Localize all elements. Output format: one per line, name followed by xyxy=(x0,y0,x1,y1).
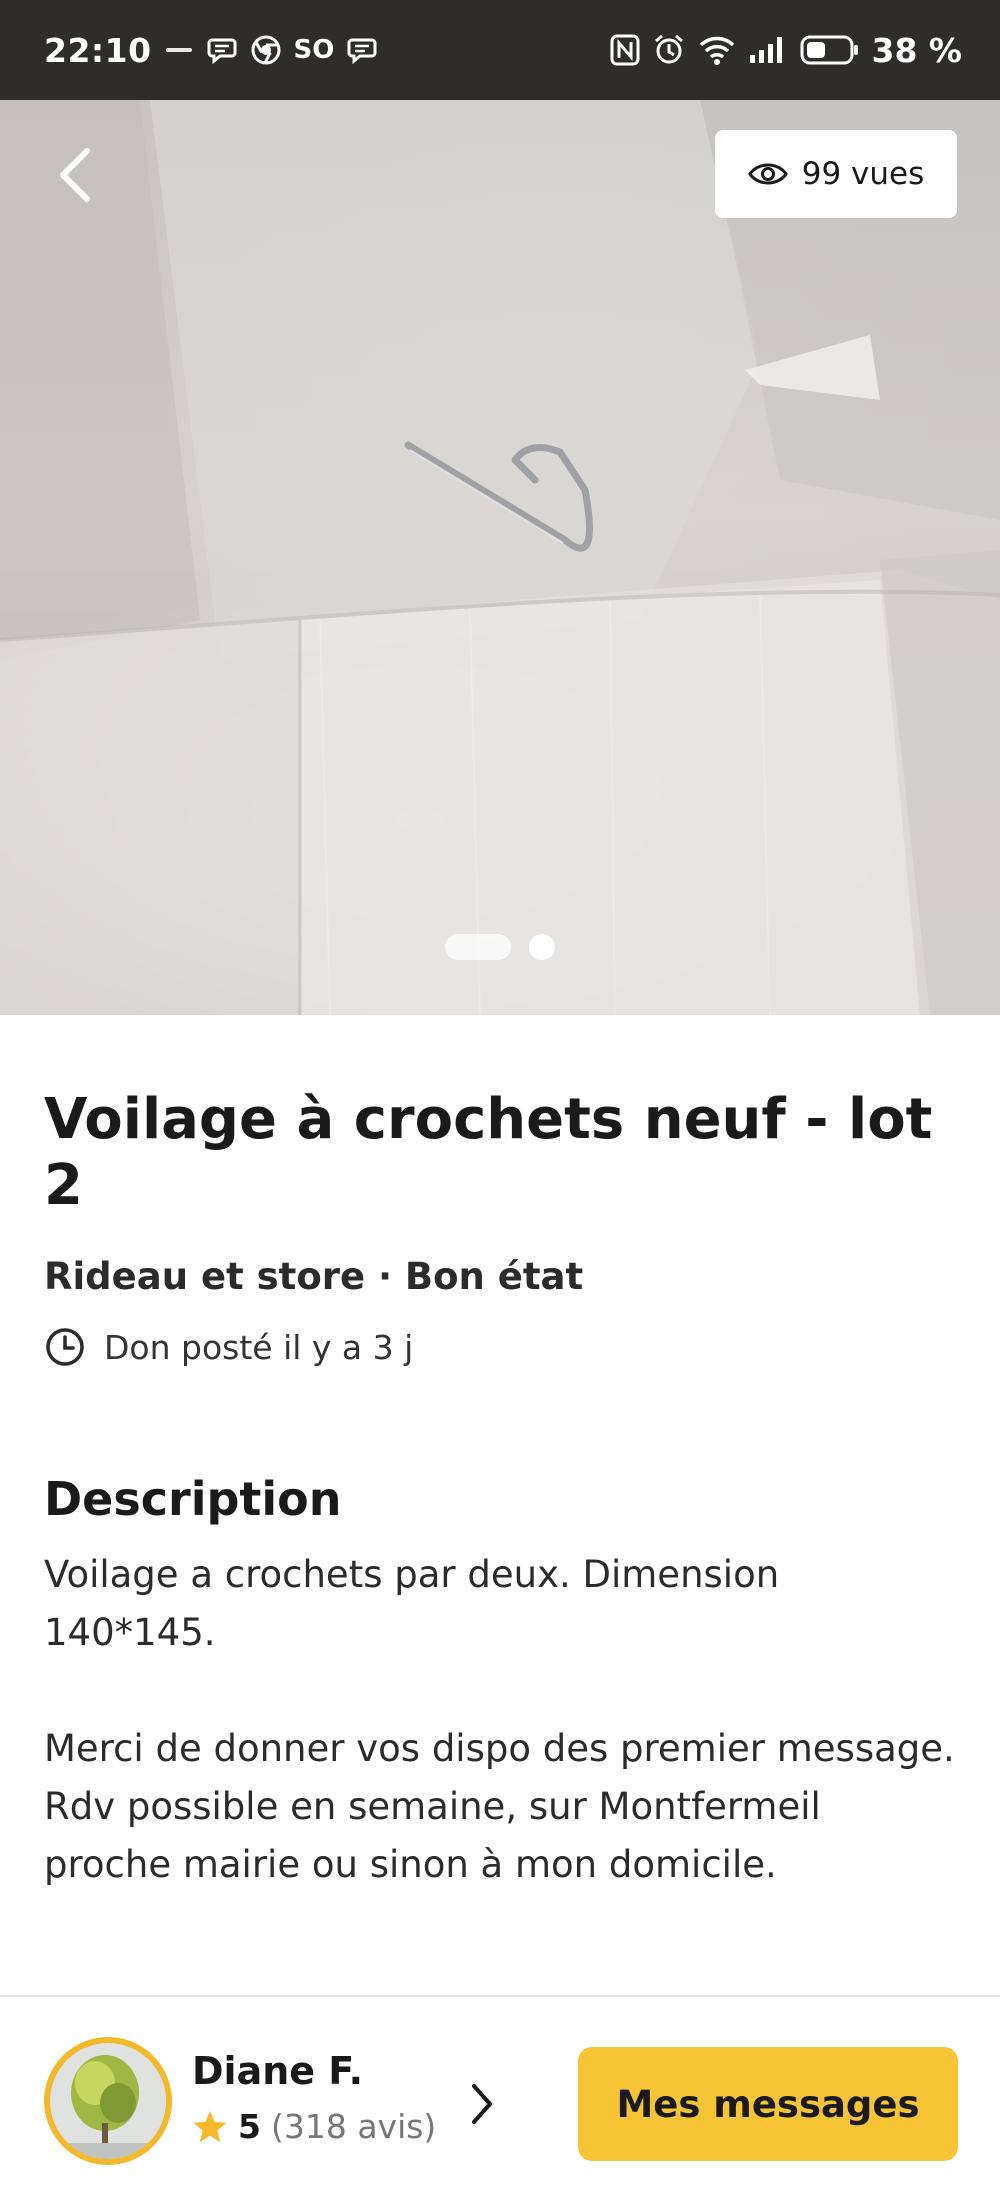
chat-icon xyxy=(346,34,378,66)
posted-text: Don posté il y a 3 j xyxy=(104,1327,414,1367)
battery-percent: 38 % xyxy=(871,30,962,70)
listing-photo xyxy=(0,100,1000,1015)
battery-icon xyxy=(800,34,860,66)
bottom-fade xyxy=(0,1975,1000,1995)
mail-notification-icon xyxy=(164,40,194,60)
nfc-icon xyxy=(610,34,640,66)
chevron-right-icon xyxy=(472,2084,492,2124)
seller-profile-link[interactable] xyxy=(462,2079,502,2129)
signal-icon xyxy=(748,35,788,65)
views-badge: 99 vues xyxy=(715,130,957,218)
views-count: 99 vues xyxy=(801,156,925,192)
listing-category-condition: Rideau et store · Bon état xyxy=(44,1255,584,1298)
listing-posted: Don posté il y a 3 j xyxy=(44,1326,956,1368)
listing-details: Voilage à crochets neuf - lot 2 Rideau e… xyxy=(44,1015,956,1894)
eye-icon xyxy=(747,163,788,185)
status-bar: 22:10 SO 38 % xyxy=(0,0,1000,100)
carousel-indicator xyxy=(0,934,1000,960)
rating-count: (318 avis) xyxy=(270,2107,437,2146)
my-messages-button[interactable]: Mes messages xyxy=(578,2047,958,2161)
alarm-icon xyxy=(652,33,686,67)
carousel-dot[interactable] xyxy=(529,934,555,960)
back-button[interactable] xyxy=(40,140,110,210)
status-time: 22:10 xyxy=(44,30,152,70)
description-body: Voilage a crochets par deux. Dimension 1… xyxy=(44,1553,955,1886)
seller-info[interactable]: Diane F. 5 (318 avis) xyxy=(192,2049,436,2146)
back-arrow-icon xyxy=(60,148,90,202)
seller-avatar[interactable] xyxy=(44,2037,172,2165)
status-right: 38 % xyxy=(610,31,962,70)
seller-name: Diane F. xyxy=(192,2049,364,2093)
listing-image-carousel[interactable]: 99 vues xyxy=(0,100,1000,1015)
chat-icon xyxy=(206,34,238,66)
chrome-icon xyxy=(250,34,282,66)
wifi-icon xyxy=(698,34,736,66)
avatar-photo xyxy=(50,2043,166,2159)
status-left: 22:10 SO xyxy=(44,31,378,70)
listing-title: Voilage à crochets neuf - lot 2 xyxy=(44,1087,933,1218)
app-notification-icon: SO xyxy=(293,35,335,65)
bottom-action-bar: Diane F. 5 (318 avis) Mes messages xyxy=(0,1995,1000,2207)
carousel-dot-active[interactable] xyxy=(445,934,511,960)
seller-rating: 5 (318 avis) xyxy=(192,2107,436,2146)
description-heading: Description xyxy=(44,1472,342,1526)
rating-value: 5 xyxy=(238,2107,261,2146)
star-icon xyxy=(193,2110,227,2142)
clock-icon xyxy=(46,1328,84,1366)
